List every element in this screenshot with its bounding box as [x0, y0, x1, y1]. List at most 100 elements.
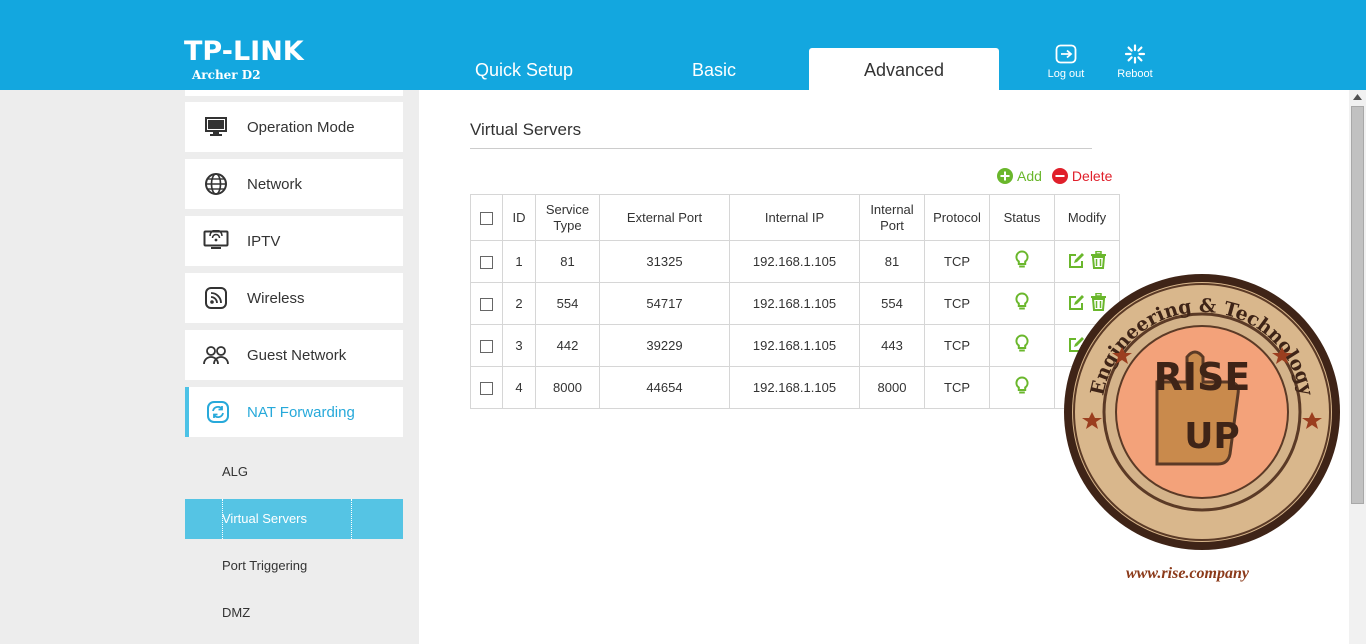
cell-service-type: 554 [535, 282, 600, 325]
sidebar-item-label: NAT Forwarding [247, 403, 355, 421]
table-header-row: ID Service Type External Port Internal I… [470, 194, 1120, 241]
watermark-url: www.rise.company [1126, 565, 1249, 582]
tab-basic[interactable]: Basic [619, 48, 809, 90]
table-row: 3 442 39229 192.168.1.105 443 TCP [470, 324, 1120, 367]
tp-link-logo: TP-LINK Archer D2 [184, 36, 304, 83]
cell-service-type: 442 [535, 324, 600, 367]
model-name: Archer D2 [192, 68, 261, 82]
cell-service-type: 81 [535, 240, 600, 283]
cell-internal-ip: 192.168.1.105 [729, 324, 860, 367]
cell-status[interactable] [989, 324, 1055, 367]
sidebar-item-wireless[interactable]: Wireless [185, 273, 403, 323]
virtual-servers-table: ID Service Type External Port Internal I… [470, 194, 1120, 409]
edit-button[interactable] [1068, 252, 1085, 269]
row-checkbox[interactable] [480, 256, 493, 270]
cell-status[interactable] [989, 366, 1055, 409]
select-all-cell [470, 194, 503, 241]
column-header-internal-port: Internal Port [859, 194, 925, 241]
cell-internal-port: 554 [859, 282, 925, 325]
page-scrollbar[interactable] [1349, 90, 1366, 644]
row-checkbox[interactable] [480, 340, 493, 354]
cell-id: 1 [502, 240, 536, 283]
add-button[interactable]: Add [997, 168, 1042, 184]
cell-internal-port: 443 [859, 324, 925, 367]
column-header-internal-ip: Internal IP [729, 194, 860, 241]
status-bulb-icon [1015, 250, 1029, 268]
cell-id: 4 [502, 366, 536, 409]
row-select-cell [470, 282, 503, 325]
cell-internal-port: 81 [859, 240, 925, 283]
logout-button[interactable]: Log out [1038, 44, 1094, 80]
delete-button[interactable]: Delete [1051, 168, 1113, 184]
sidebar-item-label: IPTV [247, 232, 281, 250]
row-select-cell [470, 324, 503, 367]
reboot-button[interactable]: Reboot [1107, 44, 1163, 80]
column-header-service-type: Service Type [535, 194, 600, 241]
cell-internal-port: 8000 [859, 366, 925, 409]
table-actions: Add Delete [997, 168, 1112, 184]
nat-forwarding-icon [189, 400, 247, 424]
sidebar-item-network[interactable]: Network [185, 159, 403, 209]
scroll-up-arrow-icon[interactable] [1353, 94, 1362, 100]
delete-row-button[interactable] [1090, 251, 1107, 270]
sidebar-item-label: Wireless [247, 289, 305, 307]
cell-external-port: 54717 [599, 282, 730, 325]
status-bulb-icon [1015, 376, 1029, 394]
sidebar-item-guest-network[interactable]: Guest Network [185, 330, 403, 380]
cell-service-type: 8000 [535, 366, 600, 409]
table-row: 1 81 31325 192.168.1.105 81 TCP [470, 240, 1120, 283]
delete-icon [1051, 168, 1068, 184]
sidebar-item-operation-mode[interactable]: Operation Mode [185, 102, 403, 152]
column-header-modify: Modify [1054, 194, 1120, 241]
row-select-cell [470, 240, 503, 283]
globe-icon [185, 172, 247, 196]
row-checkbox[interactable] [480, 298, 493, 312]
sidebar-item-nat-forwarding[interactable]: NAT Forwarding [185, 387, 403, 437]
cell-external-port: 44654 [599, 366, 730, 409]
wireless-icon [185, 286, 247, 310]
tab-advanced[interactable]: Advanced [809, 48, 999, 90]
watermark-up-text: UP [1184, 416, 1240, 457]
trash-icon [1090, 251, 1106, 270]
submenu-item-port-triggering[interactable]: Port Triggering [185, 546, 403, 586]
column-header-external-port: External Port [599, 194, 730, 241]
sidebar-item-iptv[interactable]: IPTV [185, 216, 403, 266]
rise-up-watermark-logo: Engineering & Technology RISE UP [1064, 274, 1340, 550]
cell-internal-ip: 192.168.1.105 [729, 282, 860, 325]
tab-quick-setup[interactable]: Quick Setup [429, 48, 619, 90]
edit-icon [1068, 252, 1084, 268]
submenu-item-dmz[interactable]: DMZ [185, 593, 403, 633]
column-header-protocol: Protocol [924, 194, 990, 241]
sidebar-item-partial [185, 90, 403, 96]
delete-label: Delete [1071, 168, 1113, 184]
status-bulb-icon [1015, 334, 1029, 352]
cell-status[interactable] [989, 282, 1055, 325]
submenu-item-virtual-servers[interactable]: Virtual Servers [185, 499, 403, 539]
cell-protocol: TCP [924, 282, 990, 325]
brand-name: TP-LINK [184, 36, 304, 67]
logout-icon [1055, 44, 1077, 64]
row-checkbox[interactable] [480, 382, 493, 396]
logout-label: Log out [1047, 68, 1085, 80]
sidebar-item-label: Network [247, 175, 303, 193]
submenu-item-alg[interactable]: ALG [185, 452, 403, 492]
scrollbar-thumb[interactable] [1351, 106, 1364, 504]
select-all-checkbox[interactable] [480, 211, 493, 225]
guest-network-icon [185, 344, 247, 366]
cell-id: 2 [502, 282, 536, 325]
status-bulb-icon [1015, 292, 1029, 310]
cell-protocol: TCP [924, 366, 990, 409]
cell-external-port: 39229 [599, 324, 730, 367]
cell-internal-ip: 192.168.1.105 [729, 240, 860, 283]
monitor-icon [185, 116, 247, 138]
column-header-id: ID [502, 194, 536, 241]
table-row: 2 554 54717 192.168.1.105 554 TCP [470, 282, 1120, 325]
sidebar-item-label: Operation Mode [247, 118, 355, 136]
page-title: Virtual Servers [470, 120, 1092, 149]
cell-status[interactable] [989, 240, 1055, 283]
reboot-icon [1124, 44, 1146, 64]
watermark-rise-text: RISE [1154, 355, 1251, 399]
cell-internal-ip: 192.168.1.105 [729, 366, 860, 409]
table-row: 4 8000 44654 192.168.1.105 8000 TCP [470, 366, 1120, 409]
cell-protocol: TCP [924, 324, 990, 367]
